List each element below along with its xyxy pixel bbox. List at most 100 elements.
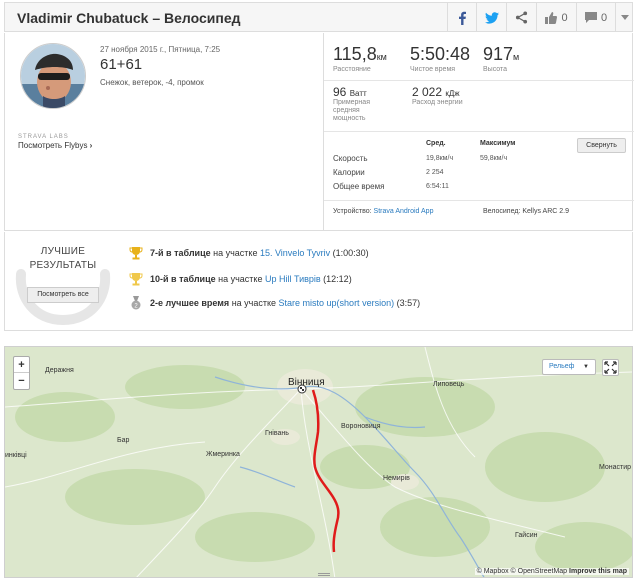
facebook-icon: [457, 11, 467, 25]
map-label-derazhnya: Деражня: [45, 367, 74, 374]
stat-power-unit: Ватт: [349, 89, 367, 98]
stat-energy: 2 022 кДж: [412, 85, 460, 99]
twitter-icon: [484, 11, 499, 24]
stat-power: 96 Ватт: [333, 85, 367, 99]
map-resize-handle[interactable]: [318, 573, 330, 576]
stat-elevation-value: 917: [483, 44, 514, 64]
share-button[interactable]: [506, 3, 536, 32]
achievement-time: (3:57): [394, 298, 421, 308]
improve-map-link[interactable]: Improve this map: [569, 568, 627, 575]
achievement-rank: 2-е лучшее время: [150, 298, 230, 308]
map-label-kivtsi: инківці: [5, 452, 27, 459]
see-all-button[interactable]: Посмотреть все: [27, 287, 99, 303]
avatar[interactable]: [20, 43, 86, 109]
achievement-mid-text: на участке: [210, 248, 260, 258]
thumbs-up-icon: [545, 11, 558, 24]
activity-description: Снежок, ветерок, -4, промок: [100, 78, 204, 87]
device-link[interactable]: Strava Android App: [374, 208, 434, 215]
table-divider: [324, 131, 634, 132]
table-row-label: Скорость: [333, 154, 368, 163]
stat-energy-unit: кДж: [445, 89, 460, 98]
segment-link[interactable]: Stare misto up(short version): [279, 298, 395, 308]
flybys-link[interactable]: Посмотреть Flybys ›: [18, 141, 92, 150]
activity-name: 61+61: [100, 56, 143, 73]
bike-info: Велосипед: Kellys ARC 2.9: [483, 208, 569, 215]
map-label-bar: Бар: [117, 437, 130, 444]
stat-power-label: Примерная средняя мощность: [333, 99, 370, 123]
medal-silver-icon: 2: [129, 296, 143, 310]
activity-summary: 27 ноября 2015 г., Пятница, 7:25 61+61 С…: [4, 33, 634, 231]
twitter-share-button[interactable]: [476, 3, 506, 32]
achievement-mid-text: на участке: [229, 298, 279, 308]
map-attribution: © Mapbox © OpenStreetMap Improve this ma…: [474, 568, 629, 575]
map-label-nemyriv: Немирів: [383, 475, 410, 482]
device-info: Устройство: Strava Android App: [333, 208, 433, 215]
segment-link[interactable]: Up Hill Тиврів: [265, 274, 321, 284]
stat-distance-label: Расстояние: [333, 66, 371, 73]
mapbox-attribution[interactable]: © Mapbox © OpenStreetMap: [477, 568, 567, 575]
segment-link[interactable]: 15. Vinvelo Tyvriv: [260, 248, 330, 258]
best-results-badge: ЛУЧШИЕ РЕЗУЛЬТАТЫ Посмотреть все: [13, 240, 113, 326]
best-results-title-line1: ЛУЧШИЕ: [40, 246, 86, 257]
activity-date: 27 ноября 2015 г., Пятница, 7:25: [100, 45, 221, 54]
summary-divider: [323, 33, 324, 231]
achievement-item: 2 2-е лучшее время на участке Stare mist…: [129, 296, 420, 310]
trophy-gold-10-icon: [129, 272, 143, 286]
zoom-in-button[interactable]: +: [14, 357, 29, 373]
fullscreen-button[interactable]: [602, 359, 619, 376]
achievement-rank: 7-й в таблице: [150, 248, 211, 258]
route-map[interactable]: Вінниця Деражня Липовець Бар Гнівань Вор…: [4, 346, 633, 578]
map-label-hayisyn: Гайсин: [515, 532, 538, 539]
kudos-count: 0: [561, 11, 568, 24]
share-icon: [515, 11, 528, 24]
achievement-item: 7-й в таблице на участке 15. Vinvelo Tyv…: [129, 246, 369, 260]
kudos-button[interactable]: 0: [536, 3, 576, 32]
stat-power-label-3: мощность: [333, 115, 366, 122]
trophy-gold-icon: [129, 246, 143, 260]
map-layer-label: Рельеф: [549, 363, 575, 370]
bike-value: Kellys ARC 2.9: [522, 208, 569, 215]
map-layer-select[interactable]: Рельеф ▼: [542, 359, 596, 375]
zoom-control: + −: [13, 356, 30, 390]
achievement-mid-text: на участке: [215, 274, 265, 284]
flybys-link-label: Посмотреть Flybys: [18, 141, 88, 150]
map-label-hnivan: Гнівань: [265, 430, 289, 437]
stat-energy-value: 2 022: [412, 85, 443, 99]
facebook-share-button[interactable]: [447, 3, 476, 32]
comments-button[interactable]: 0: [576, 3, 615, 32]
stat-elevation-unit: м: [513, 52, 520, 62]
map-label-lypovets: Липовець: [433, 381, 465, 388]
zoom-out-button[interactable]: −: [14, 373, 29, 389]
bike-label: Велосипед:: [483, 208, 521, 215]
table-cell-max: 59,8км/ч: [480, 155, 508, 162]
comment-icon: [584, 12, 597, 23]
more-options-button[interactable]: [615, 3, 633, 32]
chevron-right-icon: ›: [89, 141, 93, 150]
map-label-zhmerynka: Жмеринка: [206, 451, 240, 458]
stat-elevation: 917м: [483, 44, 519, 65]
device-label: Устройство:: [333, 208, 372, 215]
stat-power-value: 96: [333, 85, 347, 99]
achievement-time: (12:12): [320, 274, 352, 284]
achievement-time: (1:00:30): [330, 248, 369, 258]
stat-moving-time-label: Чистое время: [410, 66, 456, 73]
chevron-down-icon: [620, 15, 629, 20]
table-cell-avg: 2 254: [426, 169, 444, 176]
table-row-label: Общее время: [333, 182, 385, 191]
strava-labs-title: STRAVA LABS: [18, 134, 69, 140]
device-divider: [324, 200, 634, 201]
achievement-rank: 10-й в таблице: [150, 274, 216, 284]
stat-distance: 115,8км: [333, 44, 387, 65]
stat-moving-time: 5:50:48: [410, 44, 471, 64]
stat-energy-label: Расход энергии: [412, 99, 463, 106]
stat-power-label-1: Примерная: [333, 99, 370, 106]
stat-distance-unit: км: [376, 52, 387, 62]
activity-header: Vladimir Chubatuck – Велосипед 0 0: [4, 2, 633, 32]
achievements-panel: ЛУЧШИЕ РЕЗУЛЬТАТЫ Посмотреть все 7-й в та…: [4, 232, 633, 331]
collapse-button[interactable]: Свернуть: [577, 138, 626, 153]
stat-power-label-2: средняя: [333, 107, 360, 114]
table-row-label: Калории: [333, 168, 365, 177]
map-label-monastyr: Монастир: [599, 464, 632, 471]
table-cell-avg: 19,8км/ч: [426, 155, 454, 162]
activity-title: Vladimir Chubatuck – Велосипед: [17, 10, 241, 26]
